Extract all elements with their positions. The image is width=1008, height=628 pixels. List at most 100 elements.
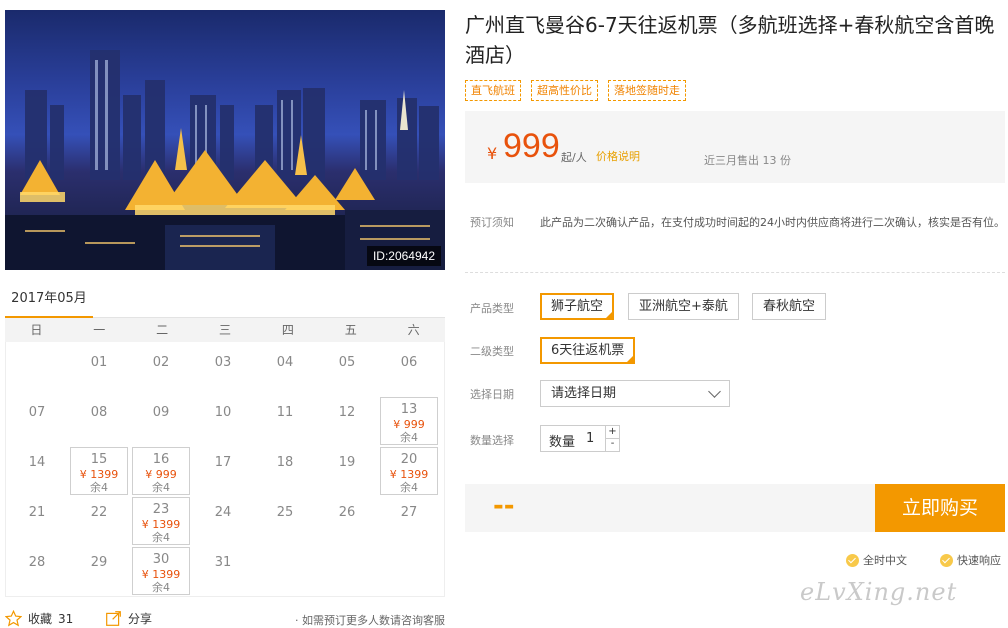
calendar-day-remaining: 余4 (152, 581, 170, 594)
date-select[interactable]: 请选择日期 (540, 380, 730, 407)
calendar-day: 28 (8, 547, 66, 595)
product-type-option-spring-airlines[interactable]: 春秋航空 (752, 293, 827, 320)
quantity-decrease-button[interactable]: - (605, 438, 619, 451)
calendar-day-number: 14 (28, 455, 46, 470)
guarantee-label: 全时中文 (863, 554, 907, 567)
favorite-label: 收藏 (28, 612, 53, 626)
guarantee-fast-response: 快速响应 (940, 552, 1001, 568)
sub-type-option-6day[interactable]: 6天往返机票 (540, 337, 636, 364)
bottom-action-bar: 收藏 31 分享 · 如需预订更多人数请咨询客服 (5, 608, 445, 628)
total-price: -- (493, 491, 515, 521)
calendar-day-number: 16 (152, 452, 170, 467)
group-booking-note: · 如需预订更多人数请咨询客服 (295, 614, 445, 627)
calendar-day-number: 13 (400, 402, 418, 417)
calendar-day-number: 12 (338, 405, 356, 420)
calendar-day-number: 27 (400, 505, 418, 520)
weekday-label: 一 (93, 323, 106, 337)
date-label: 选择日期 (470, 388, 514, 401)
quantity-label: 数量选择 (470, 434, 514, 447)
calendar-day-remaining: 余4 (400, 431, 418, 444)
calendar-day-number: 08 (90, 405, 108, 420)
calendar-day: 11 (256, 397, 314, 445)
calendar-day-available[interactable]: 30 ¥ 1399 余4 (132, 547, 190, 595)
product-type-option-airasia-thai[interactable]: 亚洲航空+泰航 (628, 293, 739, 320)
calendar-day-available[interactable]: 20 ¥ 1399 余4 (380, 447, 438, 495)
guarantee-label: 快速响应 (957, 554, 1001, 567)
product-tag: 直飞航班 (465, 80, 521, 101)
quantity-value[interactable]: 1 (586, 431, 594, 446)
calendar-day: 09 (132, 397, 190, 445)
calendar-day-remaining: 余4 (152, 481, 170, 494)
favorite-button[interactable]: 收藏 31 (5, 610, 73, 627)
check-icon (846, 553, 859, 567)
calendar-day-number: 17 (214, 455, 232, 470)
calendar-day-remaining: 余4 (90, 481, 108, 494)
calendar-day-number: 26 (338, 505, 356, 520)
date-select-placeholder: 请选择日期 (551, 386, 617, 401)
calendar-month-tab[interactable]: 2017年05月 (5, 288, 93, 318)
calendar-day-number: 02 (152, 355, 170, 370)
site-watermark: eLvXing.net (800, 578, 958, 606)
calendar-day-price: ¥ 1399 (79, 468, 119, 481)
calendar-day-number: 22 (90, 505, 108, 520)
calendar-day-available[interactable]: 15 ¥ 1399 余4 (70, 447, 128, 495)
calendar-day: 19 (318, 447, 376, 495)
guarantee-chinese-service: 全时中文 (846, 552, 907, 568)
calendar-day-price: ¥ 1399 (141, 518, 181, 531)
total-price-bar: -- (465, 484, 875, 532)
calendar-day: 24 (194, 497, 252, 545)
calendar-day-number: 30 (152, 552, 170, 567)
calendar-day: 22 (70, 497, 128, 545)
calendar-day-available[interactable]: 13 ¥ 999 余4 (380, 397, 438, 445)
weekday-label: 五 (344, 323, 357, 337)
calendar-day: 03 (194, 347, 252, 395)
calendar-day: 08 (70, 397, 128, 445)
calendar-day-available[interactable]: 23 ¥ 1399 余4 (132, 497, 190, 545)
booking-notice-label: 预订须知 (470, 216, 514, 229)
calendar-day-number: 28 (28, 555, 46, 570)
calendar-day-number: 04 (276, 355, 294, 370)
sold-count: 近三月售出 13 份 (704, 154, 791, 167)
calendar-day-number: 01 (90, 355, 108, 370)
calendar-day: 14 (8, 447, 66, 495)
calendar-day-price: ¥ 999 (145, 468, 177, 481)
calendar-day-number: 23 (152, 502, 170, 517)
calendar-day-number: 31 (214, 555, 232, 570)
calendar-day: 25 (256, 497, 314, 545)
calendar-day-number: 11 (276, 405, 294, 420)
calendar-day: 05 (318, 347, 376, 395)
weekday-label: 四 (281, 323, 294, 337)
calendar-day: 17 (194, 447, 252, 495)
product-hero-image: ID:2064942 (5, 10, 445, 270)
quantity-inner-label: 数量 (549, 435, 576, 450)
favorite-count: 31 (58, 611, 74, 626)
product-tags: 直飞航班 超高性价比 落地签随时走 (465, 80, 686, 101)
chevron-down-icon (708, 385, 721, 398)
check-icon (940, 553, 953, 567)
calendar-grid: 01 02 03 04 05 06 07 08 09 10 11 12 13 ¥ 999 余4 14 15 ¥ 1… (5, 342, 445, 597)
calendar-day-number: 21 (28, 505, 46, 520)
weekday-label: 日 (30, 323, 43, 337)
quantity-stepper: 数量 1 + - (540, 425, 620, 452)
calendar-day: 01 (70, 347, 128, 395)
calendar-day-number: 19 (338, 455, 356, 470)
share-button[interactable]: 分享 (105, 610, 152, 627)
calendar-day-remaining: 余4 (400, 481, 418, 494)
calendar-header: 2017年05月 (5, 288, 445, 318)
calendar-day: 12 (318, 397, 376, 445)
price-unit: 起/人 (561, 151, 587, 164)
calendar-day-number: 20 (400, 452, 418, 467)
product-type-option-lion-air[interactable]: 狮子航空 (540, 293, 615, 320)
price-explain-link[interactable]: 价格说明 (596, 148, 640, 164)
booking-notice-text: 此产品为二次确认产品，在支付成功时间起的24小时内供应商将进行二次确认，核实是否… (540, 216, 1005, 229)
calendar-day: 18 (256, 447, 314, 495)
calendar-day-available[interactable]: 16 ¥ 999 余4 (132, 447, 190, 495)
calendar-day: 26 (318, 497, 376, 545)
calendar-day: 21 (8, 497, 66, 545)
star-icon (5, 610, 22, 627)
calendar-weekdays: 日一二三四五六 (5, 318, 445, 342)
weekday-label: 二 (156, 323, 169, 337)
share-icon (106, 611, 121, 626)
weekday-label: 三 (219, 323, 232, 337)
buy-now-button[interactable]: 立即购买 (875, 484, 1005, 532)
